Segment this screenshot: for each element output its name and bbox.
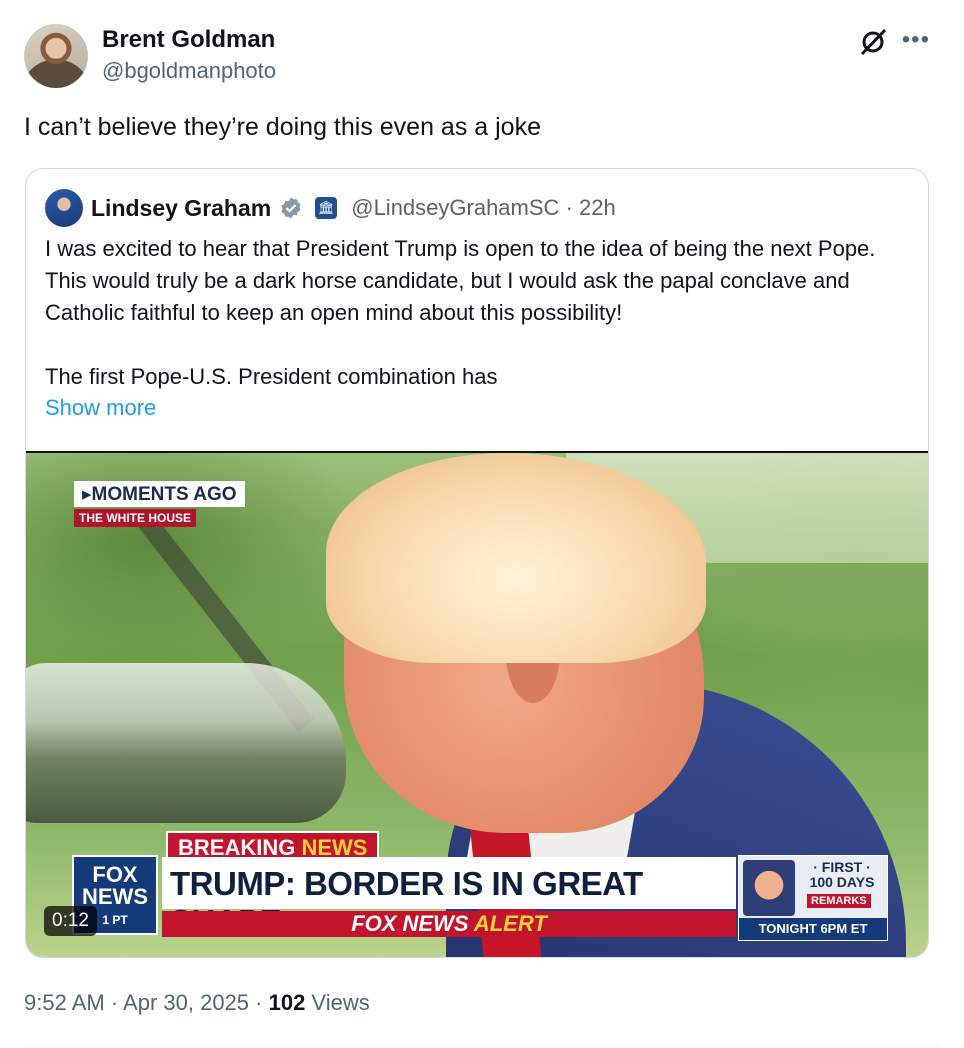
more-icon[interactable]: ••• [902,26,930,54]
tweet-meta: 9:52 AM · Apr 30, 2025 · 102 Views [24,990,370,1016]
quote-paragraph-1: I was excited to hear that President Tru… [45,236,876,325]
views-label: Views [305,990,370,1015]
fox-logo-time: 1 PT [102,913,128,927]
quote-author-avatar[interactable] [45,189,83,227]
divider [24,1046,940,1047]
author-avatar[interactable] [24,24,88,88]
promo-days: 100 DAYS [809,874,875,890]
moments-ago-text: ▸MOMENTS AGO [82,484,237,505]
quote-header: Lindsey Graham 🏛 @LindseyGrahamSC · 22h [45,189,616,227]
video-helicopter [26,663,346,823]
grok-icon[interactable] [858,26,888,56]
promo-first: · FIRST · [813,859,871,875]
tweet-header: Brent Goldman @bgoldmanphoto ••• [24,24,940,90]
promo-remarks: REMARKS [807,894,871,908]
fox-logo-top: FOX [92,862,138,887]
promo-first-days: · FIRST · 100 DAYS [801,860,883,890]
alert-bar: FOX NEWS ALERT [162,911,736,937]
quote-author-name[interactable]: Lindsey Graham [91,195,271,222]
author-name[interactable]: Brent Goldman [102,26,275,54]
quote-paragraph-2: The first Pope-U.S. President combinatio… [45,364,498,389]
alert-accent: ALERT [473,911,547,936]
views-count: 102 [268,990,306,1015]
headline-banner: TRUMP: BORDER IS IN GREAT SHAPE [162,857,736,940]
show-more-link[interactable]: Show more [45,395,156,421]
verified-badge-icon [281,197,301,219]
video-duration-badge: 0:12 [44,906,97,936]
moments-ago-banner: ▸MOMENTS AGO [74,481,245,507]
tweet-text: I can’t believe they’re doing this even … [24,113,541,141]
tweet-timestamp[interactable]: 9:52 AM · Apr 30, 2025 · [24,990,269,1015]
author-handle[interactable]: @bgoldmanphoto [102,58,276,84]
quoted-tweet[interactable]: Lindsey Graham 🏛 @LindseyGrahamSC · 22h … [25,168,929,958]
government-building-icon: 🏛 [315,197,338,219]
alert-text: FOX NEWS [351,911,474,936]
promo-box: · FIRST · 100 DAYS REMARKS TONIGHT 6PM E… [738,855,888,941]
promo-thumbnail [743,860,795,916]
fox-logo-bottom: NEWS [82,884,148,909]
quote-text: I was excited to hear that President Tru… [45,233,915,393]
location-banner: THE WHITE HOUSE [74,509,197,527]
quote-handle-time[interactable]: @LindseyGrahamSC · 22h [351,195,615,221]
promo-tonight: TONIGHT 6PM ET [739,918,887,940]
video-player[interactable]: ▸MOMENTS AGO THE WHITE HOUSE BREAKING NE… [26,451,928,957]
